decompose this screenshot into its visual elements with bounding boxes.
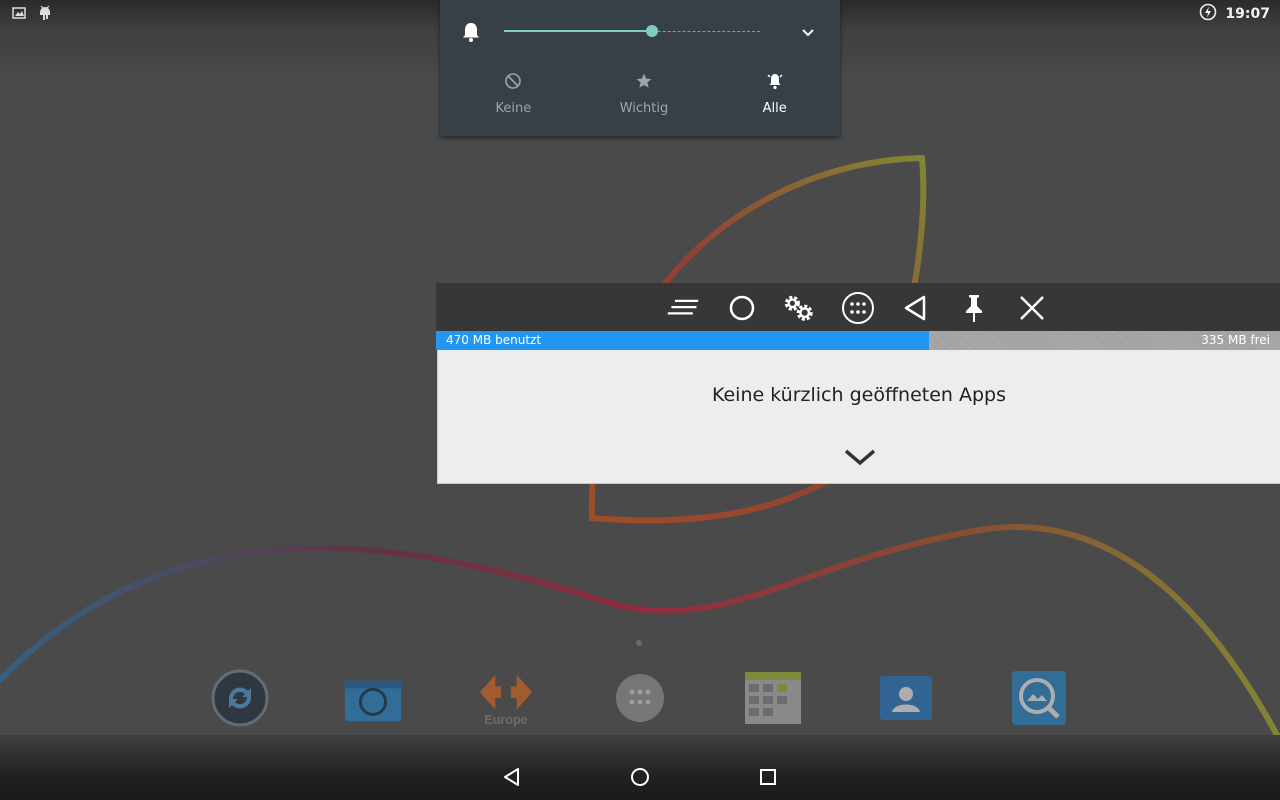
camera-app-icon[interactable] [343,668,403,728]
recents-toolbar [436,283,1280,331]
back-triangle-icon[interactable] [898,291,932,325]
app-drawer-icon[interactable] [841,291,875,325]
volume-slider-thumb[interactable] [646,25,659,37]
battery-charging-icon [1199,3,1217,25]
image-icon [12,5,26,25]
mode-label: Alle [762,101,787,116]
mode-keine[interactable]: Keine [440,72,579,116]
volume-slider[interactable] [504,25,760,37]
overview-icon[interactable] [756,765,780,789]
page-indicator [636,640,642,646]
back-icon[interactable] [500,765,524,789]
sync-app-icon[interactable] [210,668,270,728]
volume-slider-fill [504,30,653,32]
europe-app-icon[interactable]: Europe [476,668,536,728]
recents-panel: Keine kürzlich geöffneten Apps [437,350,1280,484]
home-icon[interactable] [628,765,652,789]
mode-label: Keine [495,101,532,116]
gallery-app-icon[interactable] [1009,668,1069,728]
navigation-bar [0,735,1280,800]
launcher-app-icon[interactable] [610,668,670,728]
mode-wichtig[interactable]: Wichtig [579,72,710,116]
sort-lines-icon[interactable] [666,291,700,325]
calendar-app-icon[interactable] [743,668,803,728]
memory-free-label: 335 MB frei [1201,333,1270,347]
pin-icon[interactable] [957,291,991,325]
mode-label: Wichtig [619,101,669,116]
volume-panel: Keine Wichtig Alle [440,0,840,136]
home-circle-icon[interactable] [725,291,759,325]
memory-bar: 470 MB benutzt 335 MB frei [436,331,1280,350]
do-not-disturb-icon [504,72,522,94]
dock: Europe [0,660,1280,730]
memory-used-label: 470 MB benutzt [446,333,542,347]
contacts-app-icon[interactable] [876,668,936,728]
empty-recents-message: Keine kürzlich geöffneten Apps [711,384,1007,406]
star-icon [635,72,653,94]
chevron-down-icon[interactable] [800,24,816,44]
svg-text:Europe: Europe [484,713,527,727]
clock: 19:07 [1225,6,1270,22]
bell-icon[interactable] [461,21,481,47]
interruption-modes: Keine Wichtig Alle [440,72,840,116]
chevron-down-icon[interactable] [843,447,877,471]
gears-icon[interactable] [782,291,816,325]
android-icon [38,5,52,25]
close-icon[interactable] [1015,291,1049,325]
mode-alle[interactable]: Alle [709,72,840,116]
bell-ringing-icon [765,72,785,94]
